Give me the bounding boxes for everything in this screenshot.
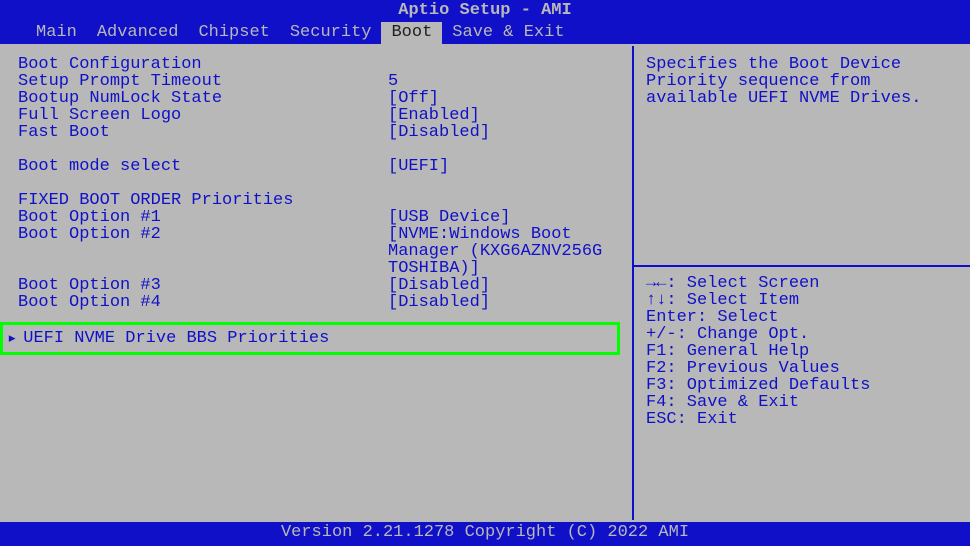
setting-boot-option-2[interactable]: Boot Option #2 [NVME:Windows Boot Manage…: [18, 226, 620, 277]
setting-label: Boot Option #4: [18, 294, 388, 311]
setting-label: Bootup NumLock State: [18, 90, 388, 107]
setting-label: Boot Option #2: [18, 226, 388, 277]
setting-value: 5: [388, 73, 620, 90]
submenu-uefi-nvme-drive-bbs[interactable]: ▸ UEFI NVME Drive BBS Priorities: [0, 322, 620, 355]
footer-bar: Version 2.21.1278 Copyright (C) 2022 AMI: [0, 522, 970, 544]
key-hint-change-opt: +/-: Change Opt.: [646, 326, 958, 343]
version-info: Version 2.21.1278 Copyright (C) 2022 AMI: [281, 523, 689, 542]
setting-value: [Enabled]: [388, 107, 620, 124]
help-panel: Specifies the Boot Device Priority seque…: [632, 46, 970, 520]
setting-value: [Disabled]: [388, 124, 620, 141]
key-hint-save-exit: F4: Save & Exit: [646, 394, 958, 411]
key-hint-esc: ESC: Exit: [646, 411, 958, 428]
key-hint-select-screen: →←: Select Screen: [646, 275, 958, 292]
setting-label: Boot Option #3: [18, 277, 388, 294]
menu-boot[interactable]: Boot: [381, 22, 442, 44]
settings-panel: Boot Configuration Setup Prompt Timeout …: [0, 46, 632, 520]
app-title: Aptio Setup - AMI: [398, 1, 571, 20]
menu-security[interactable]: Security: [280, 22, 382, 44]
submenu-label: UEFI NVME Drive BBS Priorities: [23, 329, 329, 348]
key-hint-general-help: F1: General Help: [646, 343, 958, 360]
title-bar: Aptio Setup - AMI: [0, 0, 970, 22]
setting-value: [NVME:Windows Boot Manager (KXG6AZNV256G…: [388, 226, 620, 277]
setting-fast-boot[interactable]: Fast Boot [Disabled]: [18, 124, 620, 141]
boot-config-header: Boot Configuration: [18, 56, 620, 73]
key-hint-select-item: ↑↓: Select Item: [646, 292, 958, 309]
setting-value: [Disabled]: [388, 294, 620, 311]
key-hint-optimized-defaults: F3: Optimized Defaults: [646, 377, 958, 394]
submenu-arrow-icon: ▸: [7, 328, 17, 349]
setting-boot-option-4[interactable]: Boot Option #4 [Disabled]: [18, 294, 620, 311]
setting-value: [Off]: [388, 90, 620, 107]
setting-value: [Disabled]: [388, 277, 620, 294]
setting-label: Full Screen Logo: [18, 107, 388, 124]
setting-value: [UEFI]: [388, 158, 620, 175]
setting-boot-option-3[interactable]: Boot Option #3 [Disabled]: [18, 277, 620, 294]
menu-chipset[interactable]: Chipset: [188, 22, 279, 44]
content-area: Boot Configuration Setup Prompt Timeout …: [0, 44, 970, 522]
setting-value: [USB Device]: [388, 209, 620, 226]
menu-save-exit[interactable]: Save & Exit: [442, 22, 574, 44]
setting-label: Boot Option #1: [18, 209, 388, 226]
setting-setup-prompt-timeout[interactable]: Setup Prompt Timeout 5: [18, 73, 620, 90]
setting-full-screen-logo[interactable]: Full Screen Logo [Enabled]: [18, 107, 620, 124]
menu-bar: Main Advanced Chipset Security Boot Save…: [0, 22, 970, 44]
help-description: Specifies the Boot Device Priority seque…: [646, 56, 958, 107]
bios-setup-screen: Aptio Setup - AMI Main Advanced Chipset …: [0, 0, 970, 546]
key-hint-previous-values: F2: Previous Values: [646, 360, 958, 377]
setting-bootup-numlock[interactable]: Bootup NumLock State [Off]: [18, 90, 620, 107]
fixed-boot-order-header: FIXED BOOT ORDER Priorities: [18, 192, 620, 209]
menu-main[interactable]: Main: [26, 22, 87, 44]
setting-boot-option-1[interactable]: Boot Option #1 [USB Device]: [18, 209, 620, 226]
setting-label: Boot mode select: [18, 158, 388, 175]
key-hint-enter: Enter: Select: [646, 309, 958, 326]
setting-boot-mode-select[interactable]: Boot mode select [UEFI]: [18, 158, 620, 175]
setting-label: Fast Boot: [18, 124, 388, 141]
panel-divider: [634, 265, 970, 267]
menu-advanced[interactable]: Advanced: [87, 22, 189, 44]
setting-label: Setup Prompt Timeout: [18, 73, 388, 90]
